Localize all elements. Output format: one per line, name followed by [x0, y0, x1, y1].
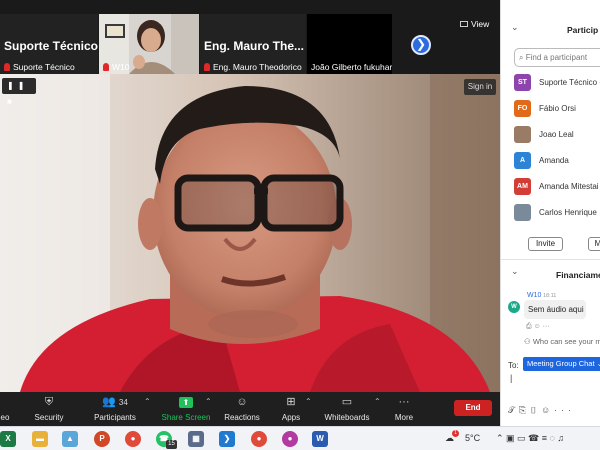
participant-tile-w10[interactable]: W10: [99, 14, 199, 74]
pause-share-control[interactable]: ❚❚ ■: [2, 78, 36, 106]
video-icon: [0, 394, 12, 410]
chat-sender-avatar: W: [508, 301, 520, 313]
word-icon[interactable]: W: [312, 431, 328, 447]
excel-icon[interactable]: X: [0, 431, 16, 447]
view-button[interactable]: View: [460, 19, 489, 29]
participant-thumbnail-strip: Suporte Técnico Suporte Técnico W10 Eng.…: [0, 0, 500, 74]
apps-caret-icon[interactable]: ⌃: [305, 397, 312, 406]
format-icon[interactable]: 𝒯: [508, 405, 519, 415]
share-caret-icon[interactable]: ⌃: [205, 397, 212, 406]
network-app-icon[interactable]: ▦: [188, 431, 204, 447]
tile-name-label: W10: [103, 62, 129, 72]
view-icon: [460, 21, 468, 27]
avatar: AM: [514, 178, 531, 195]
muted-mic-icon: [4, 63, 10, 71]
sign-in-button[interactable]: Sign in: [464, 79, 496, 95]
meeting-toolbar: eo ⛨ Security 👥 34 Participants ⌃ ⬆ Shar…: [0, 392, 500, 426]
active-speaker-video: [0, 74, 500, 392]
tile-name-label: Suporte Técnico: [4, 62, 75, 72]
chat-message: Sem áudio aqui: [524, 300, 586, 319]
panel-divider: [501, 259, 600, 260]
zoom-meeting-window: Suporte Técnico Suporte Técnico W10 Eng.…: [0, 0, 600, 450]
participants-button[interactable]: 👥 34 Participants: [90, 394, 140, 422]
system-tray-icons[interactable]: ⌃ ▣ ▭ ☎ ≡ ◌ ♫: [496, 433, 564, 444]
share-screen-icon: ⬆: [179, 397, 193, 408]
avatar: A: [514, 152, 531, 169]
participants-panel-title: Particip: [567, 25, 599, 35]
tile-name-label: Eng. Mauro Theodorico: [204, 62, 302, 72]
chat-message-actions[interactable]: ⎙ ☺ ···: [526, 323, 550, 331]
participant-row[interactable]: A Amanda: [514, 152, 600, 170]
participants-caret-icon[interactable]: ⌃: [144, 397, 151, 406]
reactions-icon: ☺: [236, 396, 248, 408]
mute-all-button[interactable]: M: [588, 237, 600, 251]
emoji-icon[interactable]: ☺: [541, 405, 554, 415]
chat-format-toolbar[interactable]: 𝒯⎘▯☺···: [508, 405, 575, 416]
apps-button[interactable]: ⊞ Apps: [278, 394, 304, 422]
avatar-photo: [514, 204, 531, 221]
next-page-button[interactable]: ❯: [411, 35, 431, 55]
participant-tile-mauro[interactable]: Eng. Mauro The... Eng. Mauro Theodorico: [200, 14, 306, 74]
muted-mic-icon: [103, 63, 109, 71]
side-panel: ⌄ Particip ⌕ Find a participant ST Supor…: [500, 0, 600, 426]
tile-display-name: Eng. Mauro The...: [204, 39, 305, 53]
search-icon: ⌕: [519, 53, 526, 62]
file-icon[interactable]: ▯: [530, 405, 541, 415]
participants-icon: 👥 34: [102, 396, 128, 408]
chat-recipient-select[interactable]: Meeting Group Chat ⌄: [523, 357, 600, 371]
participant-row[interactable]: ST Suporte Técnico (: [514, 74, 600, 92]
participant-row[interactable]: Joao Leal: [514, 126, 600, 144]
chat-panel-title: Financiame: [556, 270, 600, 280]
whatsapp-badge: 15: [166, 440, 177, 449]
whiteboards-button[interactable]: ▭ Whiteboards: [322, 394, 372, 422]
chevron-right-icon: ❯: [415, 37, 427, 51]
participant-row[interactable]: Carlos Henrique: [514, 204, 600, 222]
muted-mic-icon: [204, 63, 210, 71]
chat-input[interactable]: |: [510, 373, 512, 383]
find-participant-input[interactable]: ⌕ Find a participant: [514, 48, 600, 67]
participant-count: 34: [118, 398, 128, 407]
tile-display-name: Suporte Técnico: [4, 39, 98, 53]
participant-tile-suporte[interactable]: Suporte Técnico Suporte Técnico: [0, 14, 98, 74]
photos-icon[interactable]: ▲: [62, 431, 78, 447]
chevron-down-icon: ⌄: [596, 359, 600, 368]
powerpoint-icon[interactable]: P: [94, 431, 110, 447]
screenshot-icon[interactable]: ⎘: [519, 405, 530, 415]
end-meeting-button[interactable]: End: [454, 400, 492, 416]
windows-taskbar: X ▬ ▲ P ● ☎ 15 ▦ ❯ ● ● W ☁ 1 5°C ⌃ ▣ ▭ ☎…: [0, 426, 600, 450]
vscode-icon[interactable]: ❯: [219, 431, 235, 447]
avatar-photo: [514, 126, 531, 143]
shield-icon: ⛨: [44, 396, 54, 408]
invite-button[interactable]: Invite: [528, 237, 563, 251]
chrome-icon[interactable]: ●: [125, 431, 141, 447]
avatar: ST: [514, 74, 531, 91]
chat-timestamp: 18:11: [543, 293, 557, 299]
collapse-chevron-icon[interactable]: ⌄: [511, 22, 519, 33]
video-button[interactable]: eo: [0, 394, 12, 422]
participant-tile-joao[interactable]: João Gilberto fukuhara: [307, 14, 392, 74]
temperature-label[interactable]: 5°C: [465, 433, 480, 443]
participant-row[interactable]: FO Fábio Orsi: [514, 100, 600, 118]
chat-sender-name: W10: [527, 292, 542, 299]
file-explorer-icon[interactable]: ▬: [32, 431, 48, 447]
whiteboard-icon: ▭: [341, 396, 353, 408]
who-can-see-notice[interactable]: ⚇ Who can see your m: [524, 337, 600, 346]
more-icon[interactable]: ···: [554, 405, 575, 415]
weather-badge: 1: [452, 430, 459, 437]
people-icon: ⚇: [524, 337, 533, 346]
chrome-icon[interactable]: ●: [251, 431, 267, 447]
whiteboards-caret-icon[interactable]: ⌃: [374, 397, 381, 406]
apps-icon: ⊞: [286, 396, 296, 408]
more-button[interactable]: ··· More: [392, 394, 416, 422]
tile-name-label: João Gilberto fukuhara: [311, 62, 392, 72]
reactions-button[interactable]: ☺ Reactions: [222, 394, 262, 422]
security-button[interactable]: ⛨ Security: [30, 394, 68, 422]
chrome-icon[interactable]: ●: [282, 431, 298, 447]
speaker-video-frame: [0, 74, 500, 392]
chat-to-label: To:: [508, 361, 519, 370]
collapse-chevron-icon[interactable]: ⌄: [511, 266, 519, 277]
participant-row[interactable]: AM Amanda Mitestai: [514, 178, 600, 196]
avatar: FO: [514, 100, 531, 117]
more-icon: ···: [398, 396, 410, 408]
